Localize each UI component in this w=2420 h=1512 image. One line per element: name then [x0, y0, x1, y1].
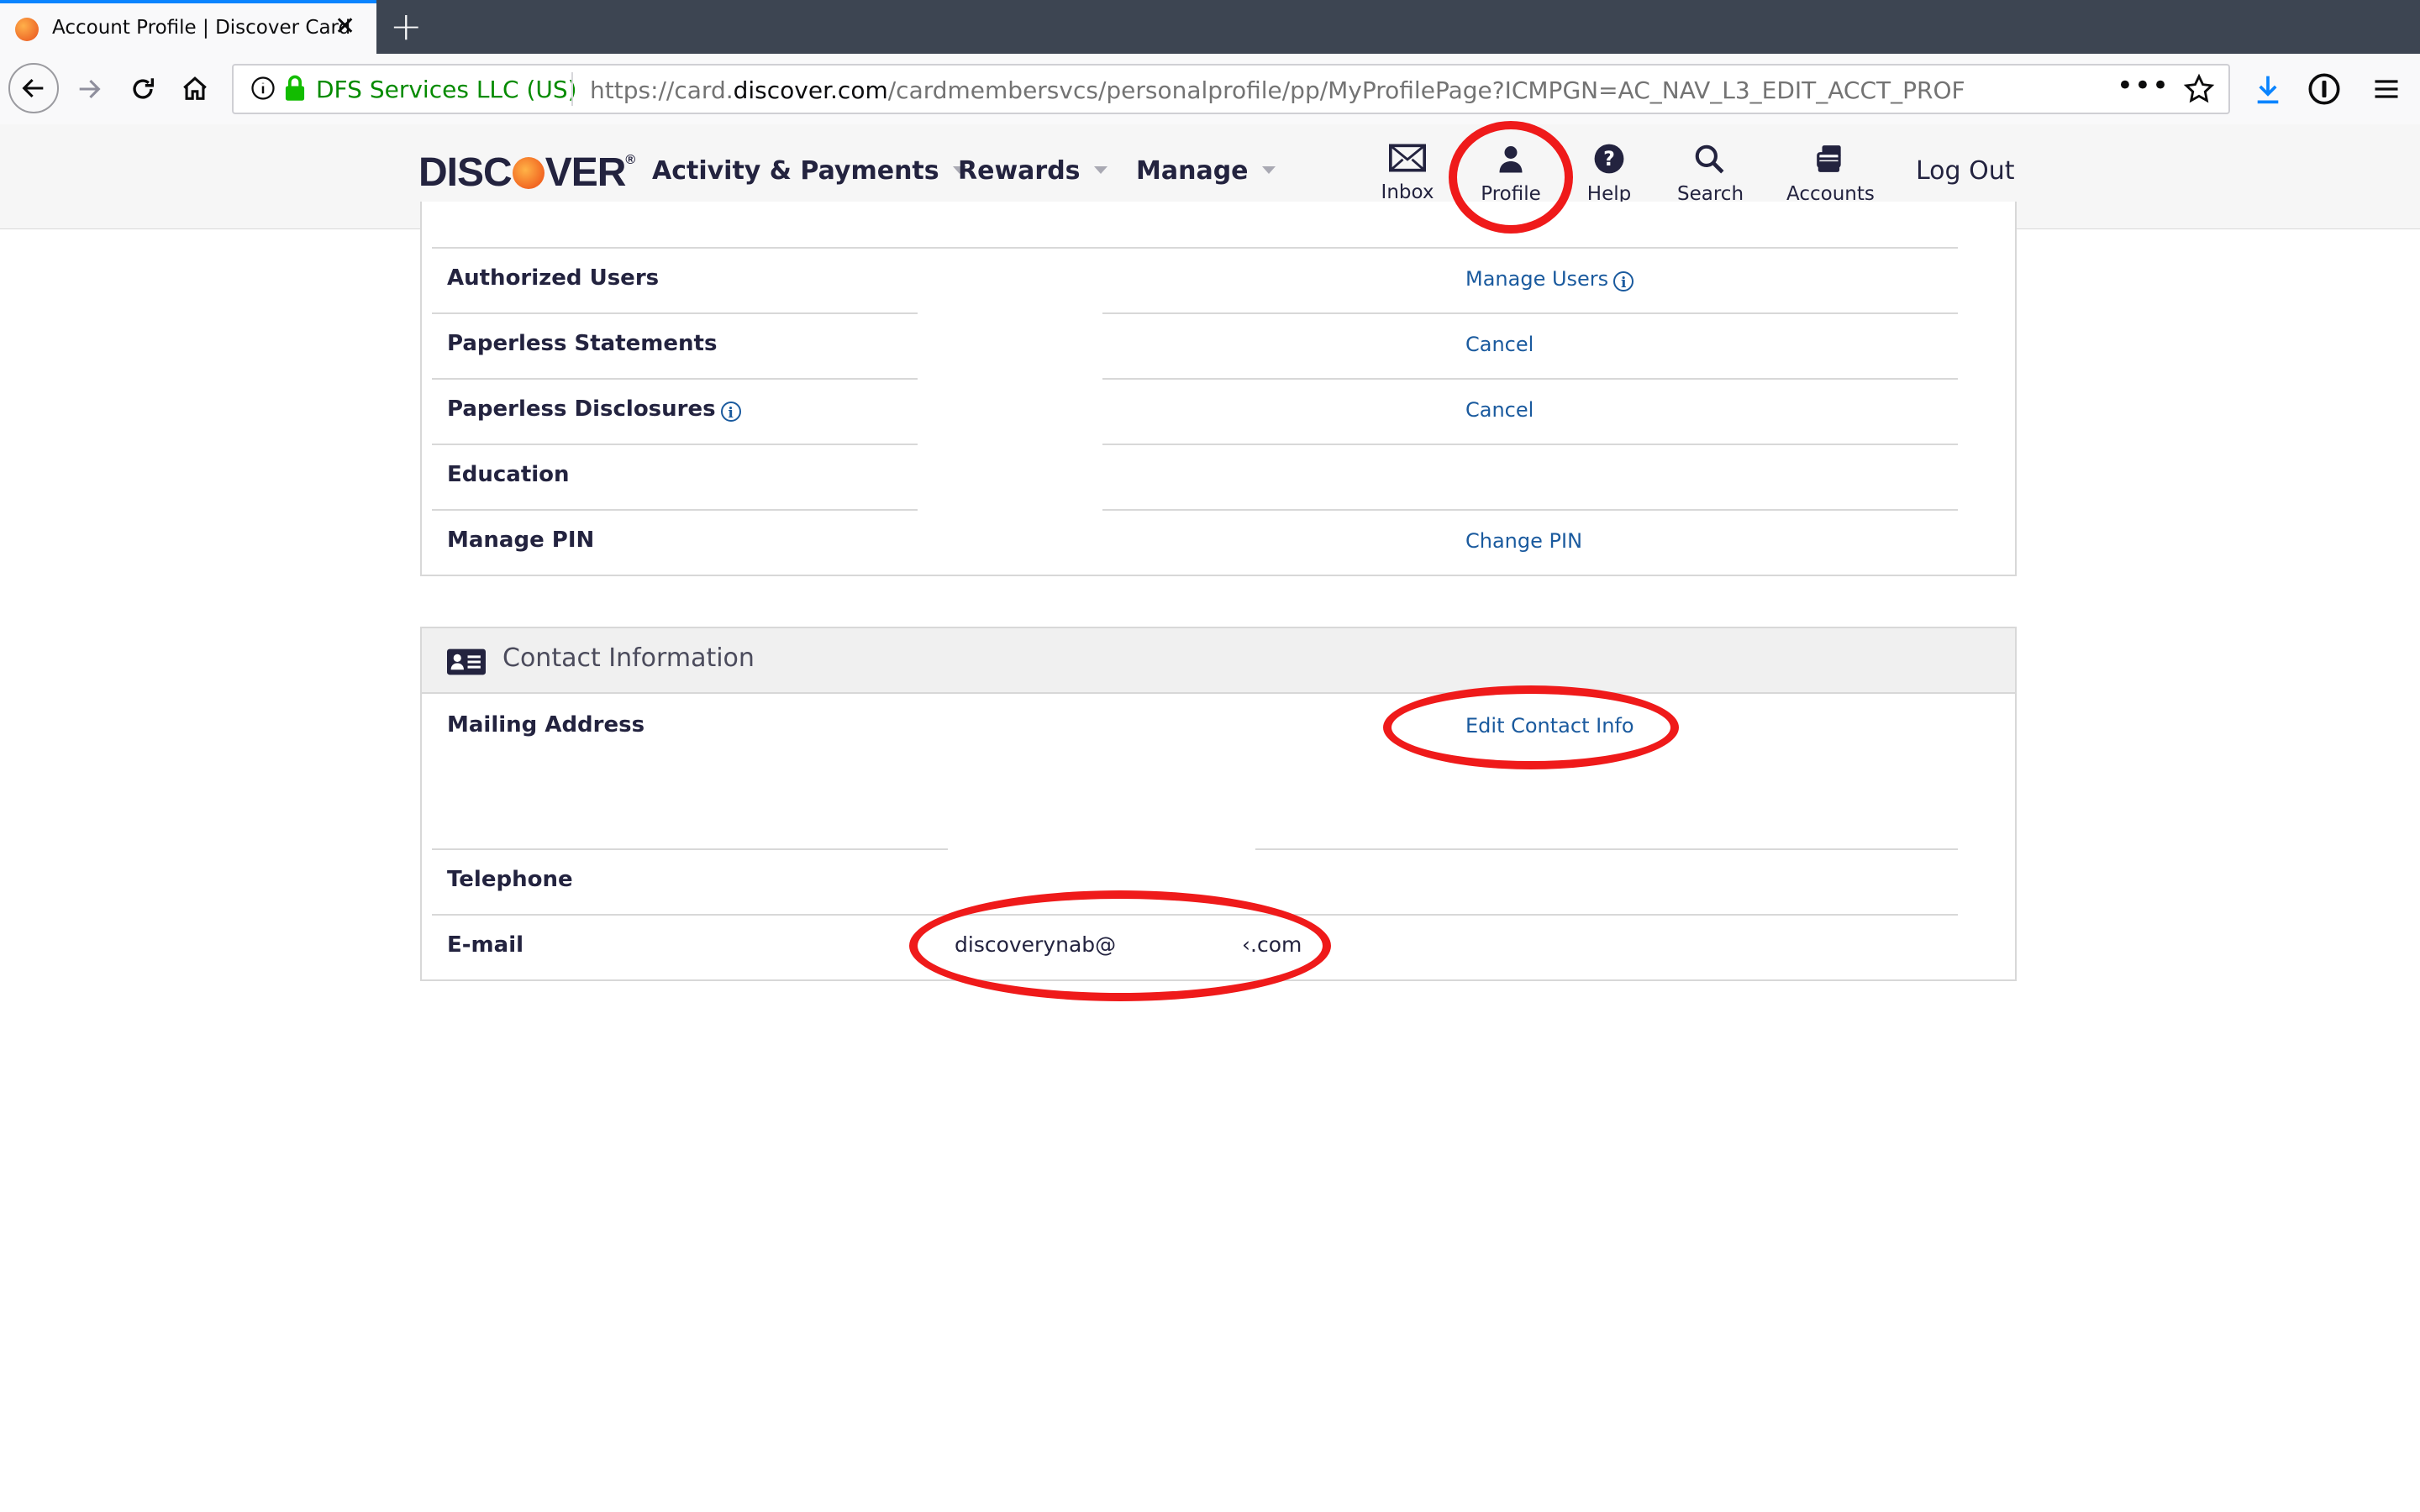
info-icon[interactable]: [250, 76, 276, 101]
new-tab-icon[interactable]: +: [390, 3, 423, 49]
divider: [432, 509, 918, 511]
help-link[interactable]: ? Help: [1580, 143, 1639, 205]
search-icon: [1695, 144, 1724, 174]
row-label-paperless-disclosures: Paperless Disclosures i: [447, 396, 741, 422]
reload-icon[interactable]: [119, 66, 166, 113]
row-label-education: Education: [447, 462, 570, 487]
logo-orange-circle: [512, 157, 544, 189]
accounts-link[interactable]: Accounts: [1786, 143, 1875, 205]
browser-toolbar: DFS Services LLC (US) https://card.disco…: [0, 54, 2420, 125]
home-icon[interactable]: [171, 66, 218, 113]
divider: [1255, 848, 1958, 850]
tab-title: Account Profile | Discover Card: [52, 17, 351, 39]
divider: [432, 444, 918, 445]
forward-icon[interactable]: [66, 66, 113, 113]
lock-icon: [285, 75, 305, 101]
cards-icon: [1817, 145, 1841, 172]
annotation-circle-edit-contact: [1383, 685, 1679, 769]
cancel-paperless-disclosures-link[interactable]: Cancel: [1465, 398, 1534, 422]
bookmark-star-icon[interactable]: [2183, 73, 2215, 105]
browser-tab-bar: Account Profile | Discover Card ✕ +: [0, 0, 2420, 54]
search-link[interactable]: Search: [1677, 143, 1744, 205]
divider: [1102, 444, 1958, 445]
divider: [1102, 378, 1958, 380]
contact-section-header: Contact Information: [422, 628, 2015, 694]
divider: [432, 848, 948, 850]
annotation-circle-profile: [1449, 121, 1573, 234]
download-icon[interactable]: [2252, 72, 2284, 106]
svg-text:?: ?: [1603, 147, 1615, 171]
page-actions-icon[interactable]: •••: [2117, 69, 2170, 102]
divider: [432, 378, 918, 380]
password-manager-icon[interactable]: [2307, 72, 2341, 106]
favicon-icon: [15, 18, 39, 41]
menu-icon[interactable]: [2371, 72, 2402, 106]
logout-link[interactable]: Log Out: [1916, 156, 2015, 186]
row-label-paperless-statements: Paperless Statements: [447, 331, 718, 356]
help-icon: ?: [1594, 144, 1624, 174]
manage-users-link[interactable]: Manage Users i: [1465, 267, 1634, 291]
url-bar[interactable]: DFS Services LLC (US) https://card.disco…: [232, 64, 2230, 114]
menu-manage[interactable]: Manage: [1136, 156, 1276, 186]
row-label-mailing-address: Mailing Address: [447, 712, 645, 738]
divider: [1102, 509, 1958, 511]
row-label-authorized-users: Authorized Users: [447, 265, 660, 291]
cancel-paperless-statements-link[interactable]: Cancel: [1465, 333, 1534, 356]
account-settings-card: [420, 202, 2017, 576]
divider: [432, 247, 1958, 249]
chevron-down-icon: [1261, 166, 1276, 174]
row-label-telephone: Telephone: [447, 867, 573, 892]
close-icon[interactable]: ✕: [334, 12, 355, 41]
annotation-circle-email: [909, 890, 1331, 1001]
row-label-manage-pin: Manage PIN: [447, 528, 595, 553]
divider: [1102, 312, 1958, 314]
info-icon[interactable]: i: [720, 402, 741, 422]
chevron-down-icon: [1093, 166, 1107, 174]
inbox-link[interactable]: Inbox: [1378, 143, 1437, 203]
contact-card-icon: [447, 648, 486, 675]
browser-tab[interactable]: Account Profile | Discover Card ✕: [0, 0, 376, 54]
section-title: Contact Information: [502, 643, 755, 673]
url-text[interactable]: https://card.discover.com/cardmembersvcs…: [590, 76, 1965, 104]
row-label-email: E-mail: [447, 932, 524, 958]
info-icon[interactable]: i: [1613, 271, 1634, 291]
url-separator: [571, 72, 573, 106]
discover-logo[interactable]: DISC VER®: [418, 150, 635, 196]
menu-activity-payments[interactable]: Activity & Payments: [652, 156, 966, 186]
divider: [432, 312, 918, 314]
back-icon[interactable]: [8, 63, 59, 113]
change-pin-link[interactable]: Change PIN: [1465, 529, 1582, 553]
menu-rewards[interactable]: Rewards: [958, 156, 1107, 186]
site-identity: DFS Services LLC (US): [316, 76, 577, 103]
envelope-icon: [1389, 144, 1426, 172]
